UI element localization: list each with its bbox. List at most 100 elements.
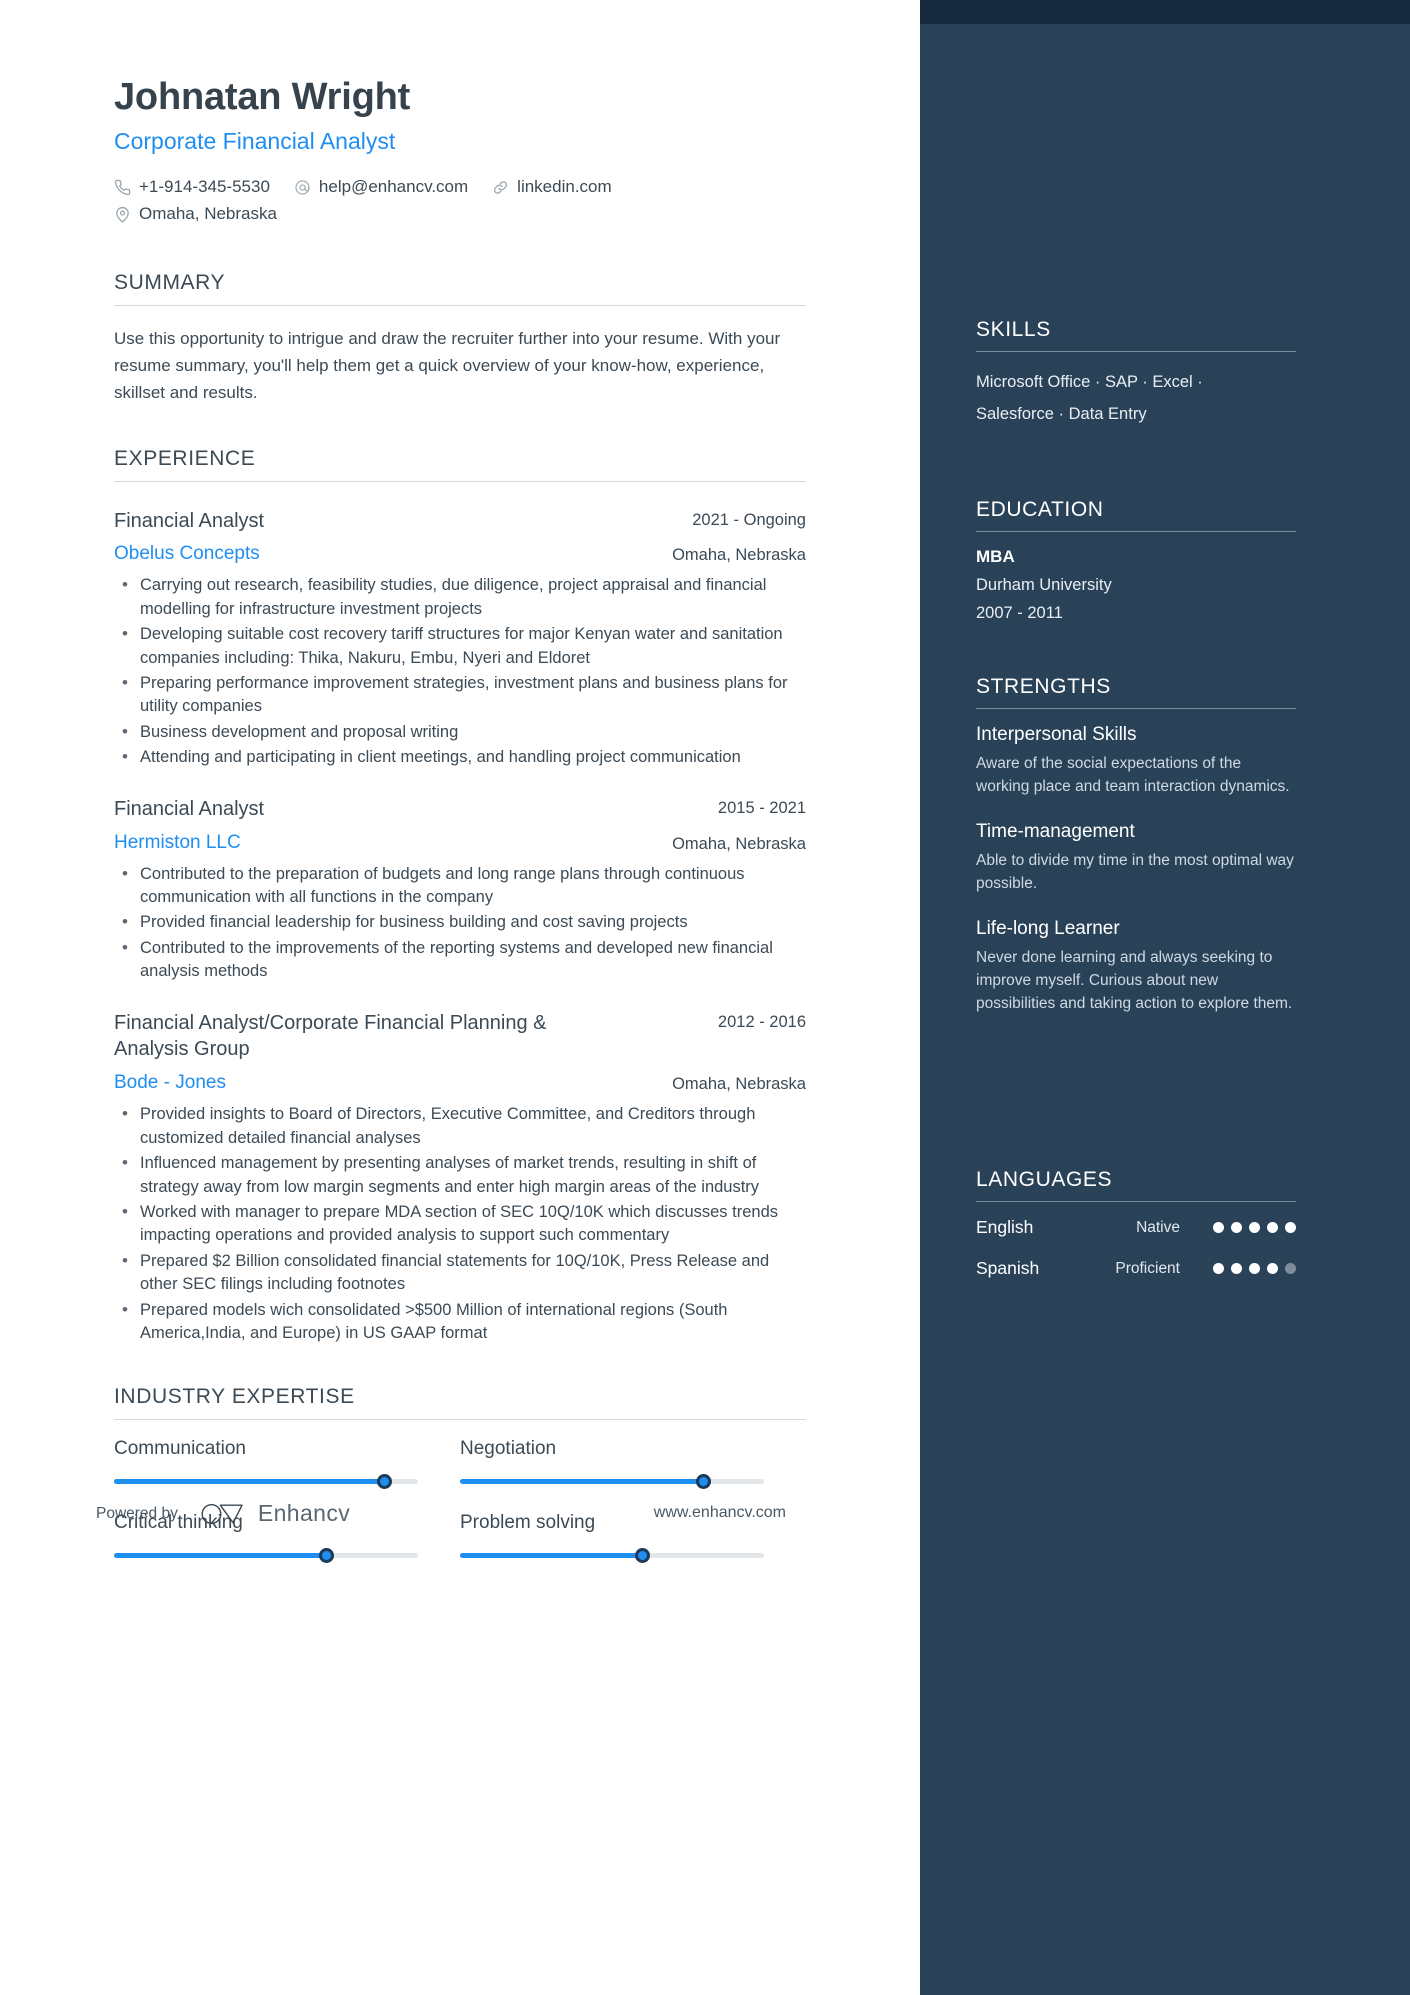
powered-by-label: Powered by bbox=[96, 1504, 178, 1522]
rating-dot bbox=[1267, 1263, 1278, 1274]
contact-phone-text: +1-914-345-5530 bbox=[139, 177, 270, 196]
rating-dot bbox=[1213, 1222, 1224, 1233]
contact-info: +1-914-345-5530 help@enhancv.com linkedi… bbox=[114, 177, 806, 231]
job-bullet: Contributed to the improvements of the r… bbox=[114, 936, 806, 984]
header-block: Johnatan Wright Corporate Financial Anal… bbox=[114, 76, 806, 231]
candidate-name: Johnatan Wright bbox=[114, 76, 411, 118]
skills-section: SKILLS Microsoft Office · SAP · Excel · … bbox=[976, 318, 1296, 430]
industry-expertise-title: INDUSTRY EXPERTISE bbox=[114, 1385, 355, 1409]
job-company[interactable]: Bode - Jones bbox=[114, 1072, 226, 1094]
job-role: Financial Analyst/Corporate Financial Pl… bbox=[114, 1011, 547, 1061]
expertise-label: Negotiation bbox=[460, 1438, 557, 1460]
location-pin-icon bbox=[114, 206, 131, 223]
experience-divider bbox=[114, 480, 806, 482]
job-bullet: Provided financial leadership for busine… bbox=[114, 910, 806, 935]
rating-dot bbox=[1249, 1263, 1260, 1274]
language-name: Spanish bbox=[976, 1258, 1040, 1278]
strength-item: Time-management Able to divide my time i… bbox=[976, 821, 1296, 896]
strength-name: Life-long Learner bbox=[976, 917, 1120, 939]
experience-entry: Financial Analyst 2021 - Ongoing Obelus … bbox=[114, 508, 806, 770]
rating-dot bbox=[1231, 1222, 1242, 1233]
education-section: EDUCATION MBA Durham University 2007 - 2… bbox=[976, 498, 1296, 623]
strength-description: Aware of the social expectations of the … bbox=[976, 755, 1290, 795]
job-bullet: Worked with manager to prepare MDA secti… bbox=[114, 1200, 806, 1248]
contact-phone[interactable]: +1-914-345-5530 bbox=[114, 177, 270, 197]
job-bullet-list: Provided insights to Board of Directors,… bbox=[114, 1102, 806, 1346]
experience-section: EXPERIENCE Financial Analyst 2021 - Ongo… bbox=[114, 447, 806, 1346]
education-entry: MBA Durham University 2007 - 2011 bbox=[976, 547, 1296, 623]
expertise-label: Communication bbox=[114, 1438, 246, 1460]
link-icon bbox=[492, 179, 509, 196]
main-column: Johnatan Wright Corporate Financial Anal… bbox=[0, 0, 920, 1586]
strength-item: Interpersonal Skills Aware of the social… bbox=[976, 724, 1296, 799]
job-dates: 2015 - 2021 bbox=[717, 798, 806, 817]
job-bullet-list: Carrying out research, feasibility studi… bbox=[114, 573, 806, 770]
education-section-title: EDUCATION bbox=[976, 498, 1104, 521]
experience-entry: Financial Analyst/Corporate Financial Pl… bbox=[114, 1010, 806, 1346]
sidebar-top-strip bbox=[920, 0, 1410, 24]
job-role: Financial Analyst bbox=[114, 797, 265, 820]
job-bullet: Influenced management by presenting anal… bbox=[114, 1151, 806, 1199]
footer-url[interactable]: www.enhancv.com bbox=[654, 1504, 786, 1522]
phone-icon bbox=[114, 179, 131, 196]
contact-link[interactable]: linkedin.com bbox=[492, 177, 612, 197]
industry-expertise-divider bbox=[114, 1419, 806, 1421]
contact-location-text: Omaha, Nebraska bbox=[139, 204, 277, 223]
strength-description: Never done learning and always seeking t… bbox=[976, 948, 1293, 1012]
brand-name: Enhancv bbox=[257, 1500, 351, 1527]
strength-item: Life-long Learner Never done learning an… bbox=[976, 918, 1296, 1016]
rating-dot bbox=[1285, 1222, 1296, 1233]
job-location: Omaha, Nebraska bbox=[672, 1075, 806, 1094]
job-location: Omaha, Nebraska bbox=[672, 834, 806, 853]
language-level: Native bbox=[1136, 1218, 1180, 1236]
education-dates: 2007 - 2011 bbox=[976, 604, 1063, 622]
languages-section-title: LANGUAGES bbox=[976, 1168, 1113, 1191]
skills-line: Microsoft Office · SAP · Excel · bbox=[976, 373, 1203, 391]
education-degree: MBA bbox=[976, 547, 1015, 566]
job-bullet: Prepared models wich consolidated >$500 … bbox=[114, 1298, 806, 1346]
resume-page: Johnatan Wright Corporate Financial Anal… bbox=[0, 0, 1410, 1995]
job-bullet: Developing suitable cost recovery tariff… bbox=[114, 622, 806, 670]
summary-divider bbox=[114, 305, 806, 306]
language-level: Proficient bbox=[1115, 1259, 1180, 1277]
job-bullet: Business development and proposal writin… bbox=[114, 720, 806, 745]
experience-entry: Financial Analyst 2015 - 2021 Hermiston … bbox=[114, 796, 806, 984]
skills-section-title: SKILLS bbox=[976, 318, 1051, 341]
rating-dot bbox=[1231, 1263, 1242, 1274]
rating-dot bbox=[1213, 1263, 1224, 1274]
rating-dot bbox=[1249, 1222, 1260, 1233]
skills-divider bbox=[976, 351, 1296, 352]
job-location: Omaha, Nebraska bbox=[672, 546, 806, 565]
job-bullet: Carrying out research, feasibility studi… bbox=[114, 573, 806, 621]
job-bullet: Prepared $2 Billion consolidated financi… bbox=[114, 1249, 806, 1297]
language-item: English Native bbox=[976, 1217, 1296, 1238]
enhancv-logo-icon bbox=[200, 1501, 246, 1527]
job-company[interactable]: Hermiston LLC bbox=[114, 832, 241, 854]
page-footer: Powered by Enhancv www.enhancv.com bbox=[0, 1466, 920, 1586]
candidate-job-title: Corporate Financial Analyst bbox=[114, 128, 396, 154]
job-bullet: Provided insights to Board of Directors,… bbox=[114, 1102, 806, 1150]
strength-description: Able to divide my time in the most optim… bbox=[976, 851, 1294, 892]
summary-section: SUMMARY Use this opportunity to intrigue… bbox=[114, 271, 806, 407]
job-bullet: Preparing performance improvement strate… bbox=[114, 671, 806, 719]
contact-email[interactable]: help@enhancv.com bbox=[294, 177, 468, 197]
job-role: Financial Analyst bbox=[114, 509, 265, 532]
languages-divider bbox=[976, 1201, 1296, 1202]
strengths-section-title: STRENGTHS bbox=[976, 675, 1111, 698]
job-bullet: Attending and participating in client me… bbox=[114, 745, 806, 770]
strength-name: Interpersonal Skills bbox=[976, 724, 1137, 745]
email-icon bbox=[294, 179, 311, 196]
sidebar: SKILLS Microsoft Office · SAP · Excel · … bbox=[920, 0, 1410, 1995]
job-bullet: Contributed to the preparation of budget… bbox=[114, 862, 806, 910]
job-dates: 2012 - 2016 bbox=[717, 1012, 806, 1031]
summary-section-title: SUMMARY bbox=[114, 271, 226, 294]
strengths-divider bbox=[976, 708, 1296, 709]
experience-section-title: EXPERIENCE bbox=[114, 446, 256, 470]
job-company[interactable]: Obelus Concepts bbox=[114, 543, 260, 565]
education-school: Durham University bbox=[976, 576, 1112, 594]
education-divider bbox=[976, 531, 1296, 532]
language-rating-dots bbox=[1196, 1222, 1296, 1233]
language-rating-dots bbox=[1196, 1263, 1296, 1274]
job-bullet-list: Contributed to the preparation of budget… bbox=[114, 862, 806, 984]
rating-dot bbox=[1285, 1263, 1296, 1274]
